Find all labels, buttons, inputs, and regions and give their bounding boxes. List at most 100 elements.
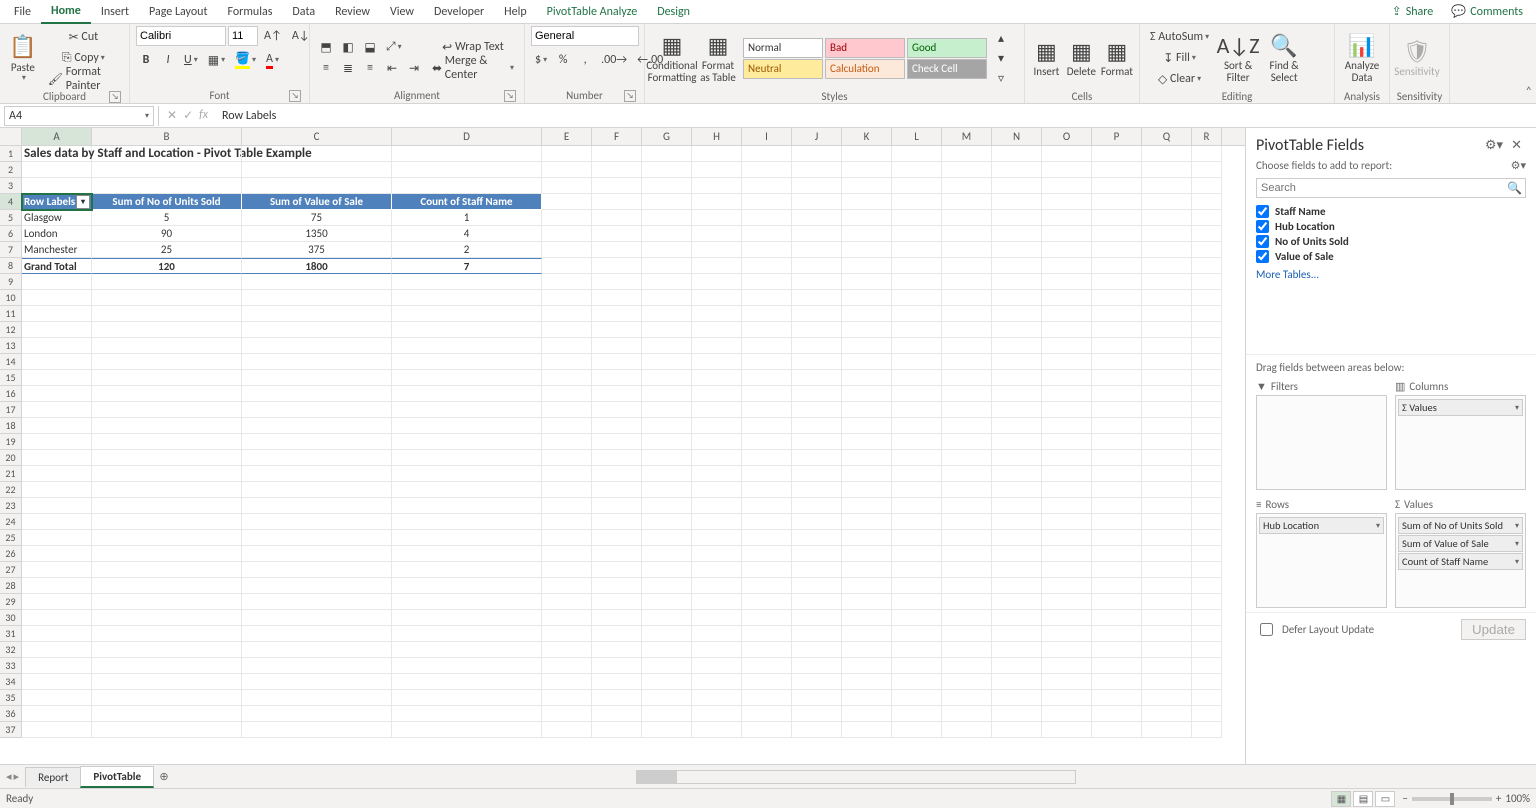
row-header[interactable]: 30 — [0, 610, 22, 626]
cell[interactable] — [542, 306, 592, 322]
cell[interactable] — [1142, 402, 1192, 418]
cell[interactable] — [1142, 434, 1192, 450]
find-select-button[interactable]: 🔍Find & Select — [1263, 26, 1305, 90]
cell[interactable] — [742, 258, 792, 274]
cell[interactable] — [792, 466, 842, 482]
view-page-break-button[interactable]: ▭ — [1375, 791, 1395, 807]
cell[interactable] — [792, 242, 842, 258]
style-calculation[interactable]: Calculation — [825, 59, 905, 79]
styles-more[interactable]: ▿ — [991, 68, 1011, 88]
cell[interactable] — [92, 386, 242, 402]
view-normal-button[interactable]: ▦ — [1331, 791, 1351, 807]
cell[interactable] — [1042, 514, 1092, 530]
tab-view[interactable]: View — [380, 1, 424, 23]
cell[interactable] — [22, 290, 92, 306]
cell[interactable] — [592, 530, 642, 546]
align-top-button[interactable]: ⬒ — [316, 37, 336, 57]
cell[interactable] — [1142, 498, 1192, 514]
cell[interactable] — [592, 706, 642, 722]
cell[interactable] — [22, 514, 92, 530]
cell[interactable] — [92, 338, 242, 354]
cell[interactable] — [992, 386, 1042, 402]
area-pill[interactable]: Sum of Value of Sale▾ — [1398, 535, 1523, 552]
cell[interactable] — [22, 338, 92, 354]
cell[interactable] — [942, 338, 992, 354]
cell[interactable] — [1092, 722, 1142, 738]
sheet-tab-pivottable[interactable]: PivotTable — [80, 766, 154, 788]
cell[interactable] — [22, 322, 92, 338]
cell[interactable] — [1042, 642, 1092, 658]
cell[interactable] — [992, 594, 1042, 610]
cell[interactable] — [992, 146, 1042, 162]
cell[interactable] — [592, 194, 642, 210]
cell[interactable] — [392, 690, 542, 706]
cell[interactable] — [842, 626, 892, 642]
cell[interactable] — [842, 322, 892, 338]
cell[interactable] — [392, 594, 542, 610]
row-header[interactable]: 16 — [0, 386, 22, 402]
cell[interactable] — [392, 514, 542, 530]
cell[interactable] — [392, 370, 542, 386]
percent-format-button[interactable]: % — [553, 50, 573, 70]
cell[interactable] — [1192, 386, 1222, 402]
cell[interactable]: 5 — [92, 210, 242, 226]
cell[interactable] — [992, 370, 1042, 386]
view-page-layout-button[interactable]: ▤ — [1353, 791, 1373, 807]
decrease-indent-button[interactable]: ⇤ — [382, 58, 402, 78]
cell[interactable]: Sales data by Staff and Location - Pivot… — [22, 146, 92, 162]
cell[interactable] — [692, 370, 742, 386]
cell[interactable] — [1192, 658, 1222, 674]
row-header[interactable]: 31 — [0, 626, 22, 642]
cell[interactable] — [242, 274, 392, 290]
analyze-data-button[interactable]: 📊Analyze Data — [1341, 26, 1383, 90]
update-button[interactable]: Update — [1461, 619, 1526, 640]
cell[interactable] — [22, 178, 92, 194]
cell[interactable] — [1092, 546, 1142, 562]
cell[interactable] — [92, 674, 242, 690]
cell[interactable] — [242, 322, 392, 338]
cell[interactable] — [942, 690, 992, 706]
cell[interactable] — [242, 162, 392, 178]
cell[interactable] — [842, 434, 892, 450]
cell[interactable] — [1192, 594, 1222, 610]
cell[interactable] — [792, 498, 842, 514]
cell[interactable] — [392, 658, 542, 674]
cell[interactable] — [1092, 306, 1142, 322]
cell[interactable] — [592, 434, 642, 450]
cut-button[interactable]: ✂ Cut — [44, 27, 123, 47]
cell[interactable] — [1092, 674, 1142, 690]
column-header-P[interactable]: P — [1092, 128, 1142, 145]
cell[interactable] — [892, 162, 942, 178]
cell[interactable] — [592, 306, 642, 322]
cell[interactable] — [1092, 354, 1142, 370]
cell[interactable] — [1192, 290, 1222, 306]
cell[interactable] — [792, 450, 842, 466]
row-header[interactable]: 1 — [0, 146, 22, 162]
row-header[interactable]: 18 — [0, 418, 22, 434]
cell[interactable] — [1142, 242, 1192, 258]
cell[interactable] — [1192, 482, 1222, 498]
format-cells-button[interactable]: ▦Format — [1101, 26, 1133, 90]
style-neutral[interactable]: Neutral — [743, 59, 823, 79]
cell[interactable] — [1192, 610, 1222, 626]
cell[interactable] — [22, 306, 92, 322]
cell[interactable] — [692, 674, 742, 690]
cell[interactable] — [892, 194, 942, 210]
cell[interactable] — [22, 402, 92, 418]
cell[interactable]: 25 — [92, 242, 242, 258]
cell[interactable] — [692, 434, 742, 450]
cell[interactable] — [92, 354, 242, 370]
font-size-combo[interactable] — [228, 26, 258, 46]
italic-button[interactable]: I — [158, 50, 178, 70]
cell[interactable] — [1142, 418, 1192, 434]
row-header[interactable]: 5 — [0, 210, 22, 226]
delete-cells-button[interactable]: ▦Delete — [1066, 26, 1097, 90]
cell[interactable] — [792, 274, 842, 290]
cell[interactable] — [942, 482, 992, 498]
cell[interactable] — [1192, 338, 1222, 354]
cell[interactable] — [692, 386, 742, 402]
cell[interactable]: 90 — [92, 226, 242, 242]
rowlabels-filter-button[interactable]: ▾ — [76, 195, 90, 209]
cell[interactable] — [642, 146, 692, 162]
cell[interactable] — [942, 498, 992, 514]
